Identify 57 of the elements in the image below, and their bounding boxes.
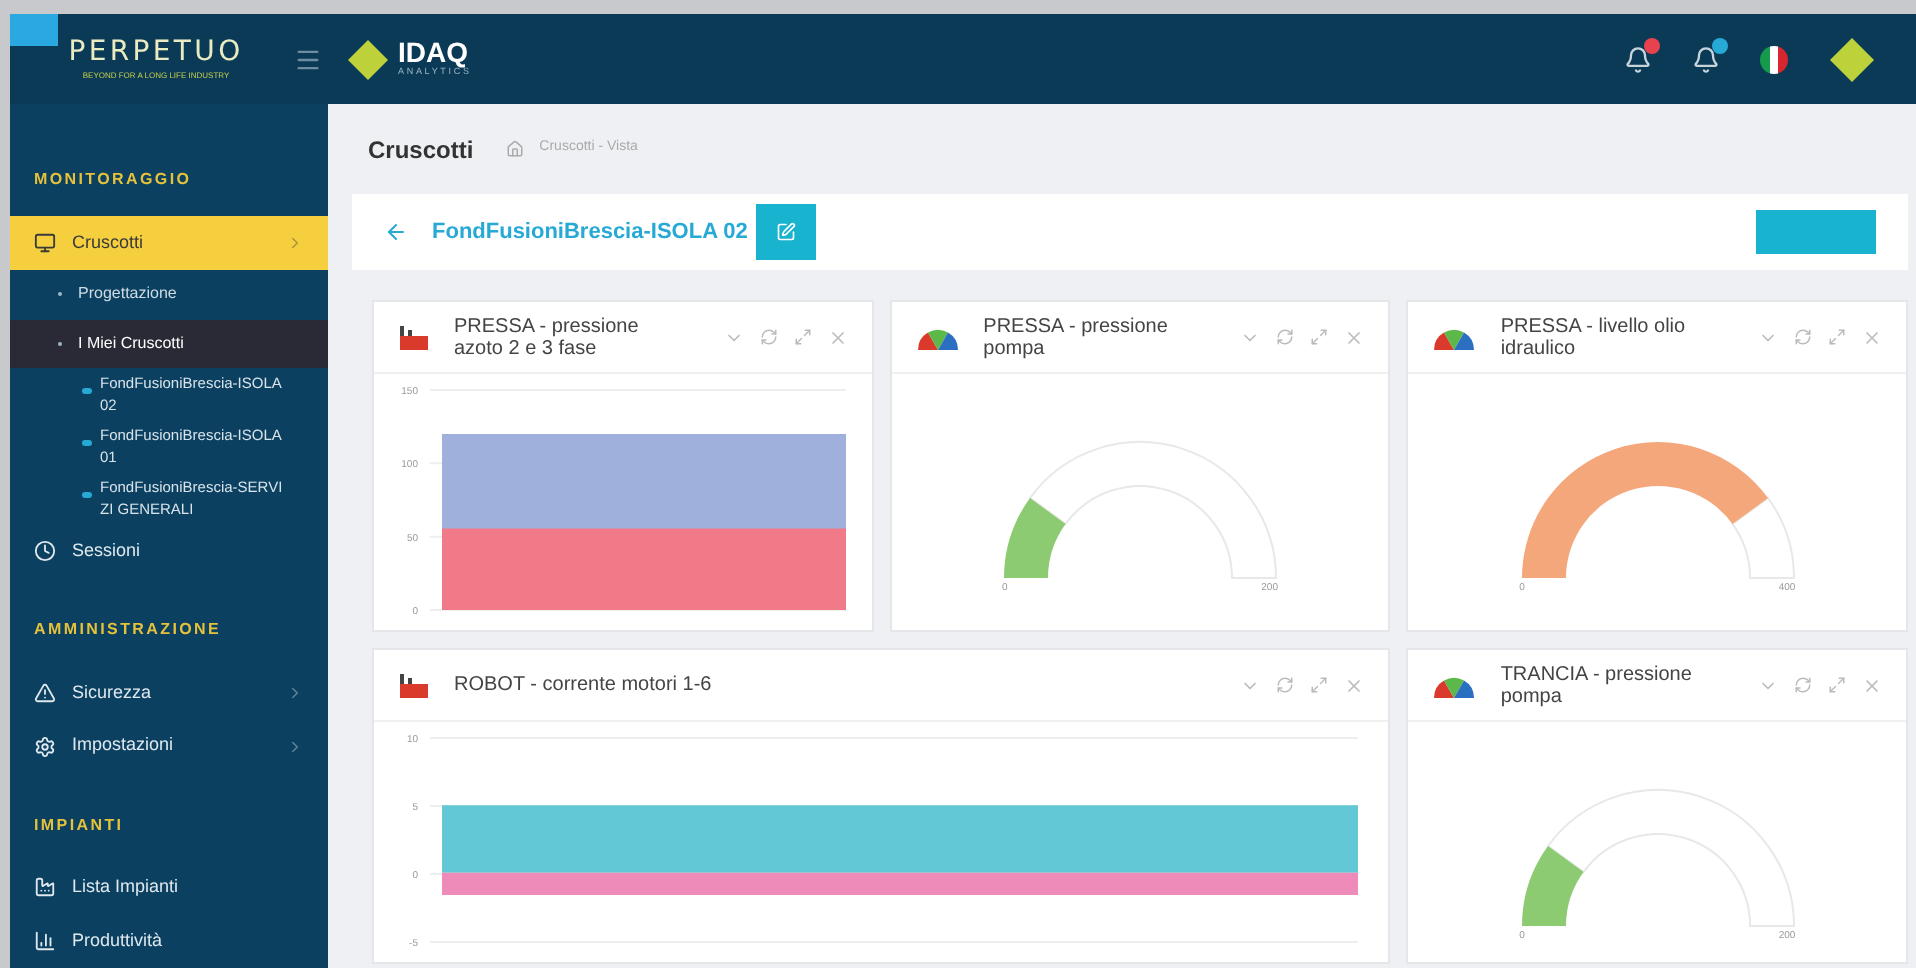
gauge-track bbox=[1730, 497, 1795, 579]
sidebar-subitem[interactable]: Progettazione bbox=[10, 269, 328, 320]
sidebar-item[interactable]: Produttività bbox=[10, 914, 328, 968]
close-icon[interactable] bbox=[1862, 675, 1882, 695]
gauge-icon bbox=[1432, 325, 1477, 349]
gauge-icon bbox=[915, 325, 960, 349]
brand-logo: PERPETUO bbox=[68, 37, 244, 65]
item-icon bbox=[34, 876, 56, 899]
refresh-icon[interactable] bbox=[1794, 676, 1812, 694]
diamond-logo-icon bbox=[346, 37, 390, 81]
refresh-icon[interactable] bbox=[1794, 328, 1812, 346]
corner-mark bbox=[10, 14, 58, 46]
expand-icon[interactable] bbox=[1310, 328, 1329, 346]
edit-button[interactable] bbox=[755, 204, 816, 260]
item-icon bbox=[34, 735, 56, 758]
section-heading: AMMINISTRAZIONE bbox=[32, 618, 224, 643]
avatar-icon[interactable] bbox=[1828, 35, 1876, 83]
close-icon[interactable] bbox=[1344, 327, 1365, 347]
gauge-icon bbox=[1432, 673, 1477, 697]
section-heading: MONITORAGGIO bbox=[32, 168, 194, 192]
dashboard-title: FondFusioniBrescia-ISOLA 02 bbox=[432, 217, 748, 248]
sidebar-item[interactable]: Impostazioni bbox=[10, 719, 328, 774]
item-icon bbox=[34, 681, 56, 704]
close-icon[interactable] bbox=[1344, 675, 1365, 695]
widget-title: PRESSA - livello olio idraulico bbox=[1500, 315, 1688, 359]
actions-button[interactable] bbox=[1756, 210, 1876, 254]
chart-icon bbox=[398, 323, 430, 351]
flag-icon[interactable] bbox=[1760, 45, 1788, 73]
section-heading: IMPIANTI bbox=[32, 813, 126, 838]
sidebar-item[interactable]: Cruscotti bbox=[10, 216, 328, 270]
page-title: Cruscotti bbox=[368, 133, 474, 167]
sidebar-item[interactable]: Lista Impianti bbox=[10, 861, 328, 915]
widget-title: ROBOT - corrente motori 1-6 bbox=[454, 674, 712, 696]
refresh-icon[interactable] bbox=[759, 328, 778, 346]
expand-icon[interactable] bbox=[793, 328, 812, 346]
widget-title: TRANCIA - pressione pompa bbox=[1500, 663, 1694, 707]
edit-icon bbox=[775, 222, 796, 242]
widget-title: PRESSA - pressione pompa bbox=[983, 315, 1170, 359]
sidebar-subitem[interactable]: I Miei Cruscotti bbox=[10, 319, 328, 369]
sidebar-item[interactable]: Sessioni bbox=[10, 524, 328, 579]
close-icon[interactable] bbox=[827, 327, 848, 347]
menu-icon[interactable] bbox=[294, 45, 322, 73]
expand-icon[interactable] bbox=[1828, 676, 1846, 694]
widget-title: PRESSA - pressione azoto 2 e 3 fase bbox=[454, 315, 641, 359]
expand-icon[interactable] bbox=[1828, 328, 1846, 346]
sidebar-item[interactable]: Sicurezza bbox=[10, 666, 328, 720]
item-icon bbox=[34, 231, 56, 254]
close-icon[interactable] bbox=[1862, 327, 1882, 347]
home-icon[interactable] bbox=[505, 140, 524, 158]
chart-icon bbox=[398, 671, 430, 699]
expand-icon[interactable] bbox=[1310, 676, 1329, 694]
back-icon[interactable] bbox=[384, 220, 408, 244]
refresh-icon[interactable] bbox=[1276, 328, 1295, 346]
product-logo: IDAQ bbox=[398, 38, 468, 67]
refresh-icon[interactable] bbox=[1276, 676, 1295, 694]
item-icon bbox=[34, 930, 56, 953]
item-icon bbox=[34, 540, 56, 563]
